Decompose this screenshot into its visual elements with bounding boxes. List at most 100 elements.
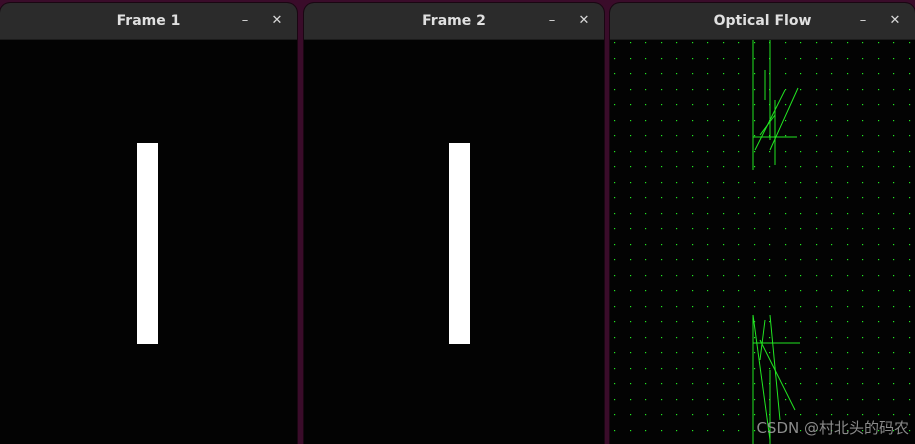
flow-point bbox=[692, 166, 694, 168]
flow-point bbox=[614, 89, 616, 91]
flow-point bbox=[769, 197, 771, 199]
flow-point bbox=[800, 337, 802, 339]
flow-point bbox=[645, 42, 647, 44]
flow-point bbox=[614, 290, 616, 292]
flow-point bbox=[878, 120, 880, 122]
flow-vector bbox=[759, 319, 766, 361]
flow-point bbox=[847, 306, 849, 308]
flow-point bbox=[676, 73, 678, 75]
flow-point bbox=[785, 352, 787, 354]
flow-point bbox=[831, 120, 833, 122]
flow-point bbox=[909, 151, 911, 153]
flow-point bbox=[831, 352, 833, 354]
flow-point bbox=[785, 399, 787, 401]
flow-point bbox=[692, 135, 694, 137]
flow-point bbox=[816, 352, 818, 354]
flow-point bbox=[754, 352, 756, 354]
flow-point bbox=[785, 42, 787, 44]
flow-point bbox=[893, 368, 895, 370]
flow-point bbox=[692, 399, 694, 401]
flow-point bbox=[676, 166, 678, 168]
flow-point bbox=[893, 290, 895, 292]
flow-point bbox=[800, 306, 802, 308]
flow-point bbox=[909, 430, 911, 432]
flow-point bbox=[862, 73, 864, 75]
minimize-icon[interactable]: – bbox=[233, 3, 257, 39]
flow-point bbox=[785, 73, 787, 75]
flow-point bbox=[878, 337, 880, 339]
flow-point bbox=[738, 213, 740, 215]
flow-point bbox=[847, 352, 849, 354]
flow-point bbox=[676, 120, 678, 122]
flow-point bbox=[878, 321, 880, 323]
flow-point bbox=[769, 151, 771, 153]
flow-point bbox=[645, 337, 647, 339]
flow-point bbox=[738, 104, 740, 106]
flow-point bbox=[676, 89, 678, 91]
flow-point bbox=[661, 383, 663, 385]
flow-point bbox=[707, 166, 709, 168]
flow-point bbox=[738, 42, 740, 44]
close-icon[interactable]: ✕ bbox=[265, 3, 289, 39]
flow-point bbox=[630, 383, 632, 385]
flow-point bbox=[800, 120, 802, 122]
close-icon[interactable]: ✕ bbox=[883, 3, 907, 39]
flow-point bbox=[707, 306, 709, 308]
flow-point bbox=[909, 197, 911, 199]
close-icon[interactable]: ✕ bbox=[572, 3, 596, 39]
flow-point bbox=[661, 120, 663, 122]
flow-point bbox=[862, 58, 864, 60]
flow-point bbox=[630, 228, 632, 230]
flow-point bbox=[816, 197, 818, 199]
flow-point bbox=[614, 414, 616, 416]
flow-point bbox=[831, 399, 833, 401]
flow-point bbox=[816, 89, 818, 91]
flow-point bbox=[614, 151, 616, 153]
flow-point bbox=[645, 244, 647, 246]
flow-point bbox=[645, 414, 647, 416]
flow-point bbox=[909, 306, 911, 308]
flow-point bbox=[816, 104, 818, 106]
flow-point bbox=[630, 368, 632, 370]
flow-point bbox=[800, 352, 802, 354]
flow-point bbox=[862, 321, 864, 323]
flow-point bbox=[800, 42, 802, 44]
flow-point bbox=[723, 151, 725, 153]
frame2-titlebar[interactable]: Frame 2 – ✕ bbox=[304, 3, 604, 40]
optical-flow-titlebar[interactable]: Optical Flow – ✕ bbox=[610, 3, 915, 40]
flow-point bbox=[692, 352, 694, 354]
flow-point bbox=[816, 306, 818, 308]
flow-point bbox=[831, 321, 833, 323]
flow-point bbox=[692, 213, 694, 215]
flow-point bbox=[692, 151, 694, 153]
frame1-titlebar[interactable]: Frame 1 – ✕ bbox=[0, 3, 297, 40]
flow-point bbox=[738, 352, 740, 354]
minimize-icon[interactable]: – bbox=[851, 3, 875, 39]
flow-point bbox=[707, 89, 709, 91]
flow-point bbox=[661, 42, 663, 44]
flow-point bbox=[614, 42, 616, 44]
flow-point bbox=[614, 275, 616, 277]
flow-point bbox=[785, 337, 787, 339]
flow-point bbox=[723, 259, 725, 261]
flow-point bbox=[661, 151, 663, 153]
flow-point bbox=[661, 414, 663, 416]
minimize-icon[interactable]: – bbox=[540, 3, 564, 39]
flow-point bbox=[800, 275, 802, 277]
flow-point bbox=[831, 197, 833, 199]
flow-point bbox=[630, 430, 632, 432]
flow-point bbox=[630, 275, 632, 277]
flow-point bbox=[630, 321, 632, 323]
frame1-window: Frame 1 – ✕ bbox=[0, 3, 297, 444]
flow-point bbox=[893, 244, 895, 246]
flow-point bbox=[707, 399, 709, 401]
flow-point bbox=[893, 182, 895, 184]
flow-point bbox=[831, 166, 833, 168]
flow-point bbox=[862, 182, 864, 184]
flow-point bbox=[847, 259, 849, 261]
flow-point bbox=[909, 166, 911, 168]
flow-point bbox=[645, 166, 647, 168]
flow-point bbox=[754, 73, 756, 75]
flow-point bbox=[614, 383, 616, 385]
flow-point bbox=[723, 166, 725, 168]
